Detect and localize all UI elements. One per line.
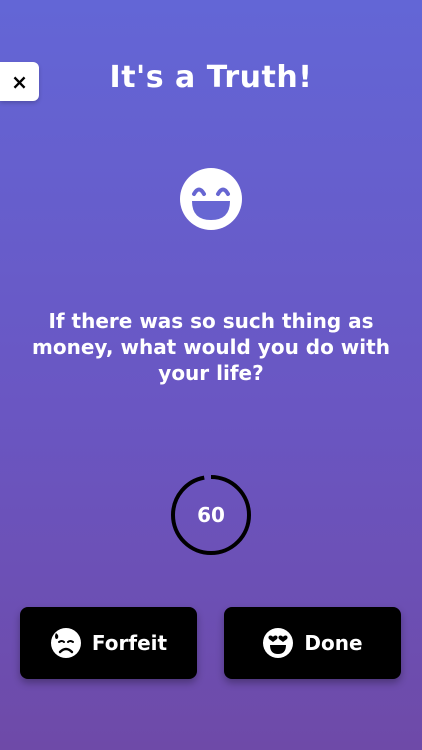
countdown-timer: 60	[170, 474, 252, 556]
forfeit-button[interactable]: Forfeit	[20, 607, 197, 679]
heart-eyes-face-icon	[263, 628, 294, 658]
forfeit-label: Forfeit	[91, 631, 168, 655]
done-label: Done	[304, 631, 363, 655]
page-title: It's a Truth!	[109, 60, 313, 95]
timer-seconds: 60	[197, 503, 225, 527]
grinning-face-icon	[180, 168, 242, 230]
truth-question: If there was so such thing as money, wha…	[32, 309, 390, 385]
sad-sweat-face-icon	[50, 628, 81, 658]
done-button[interactable]: Done	[224, 607, 401, 679]
